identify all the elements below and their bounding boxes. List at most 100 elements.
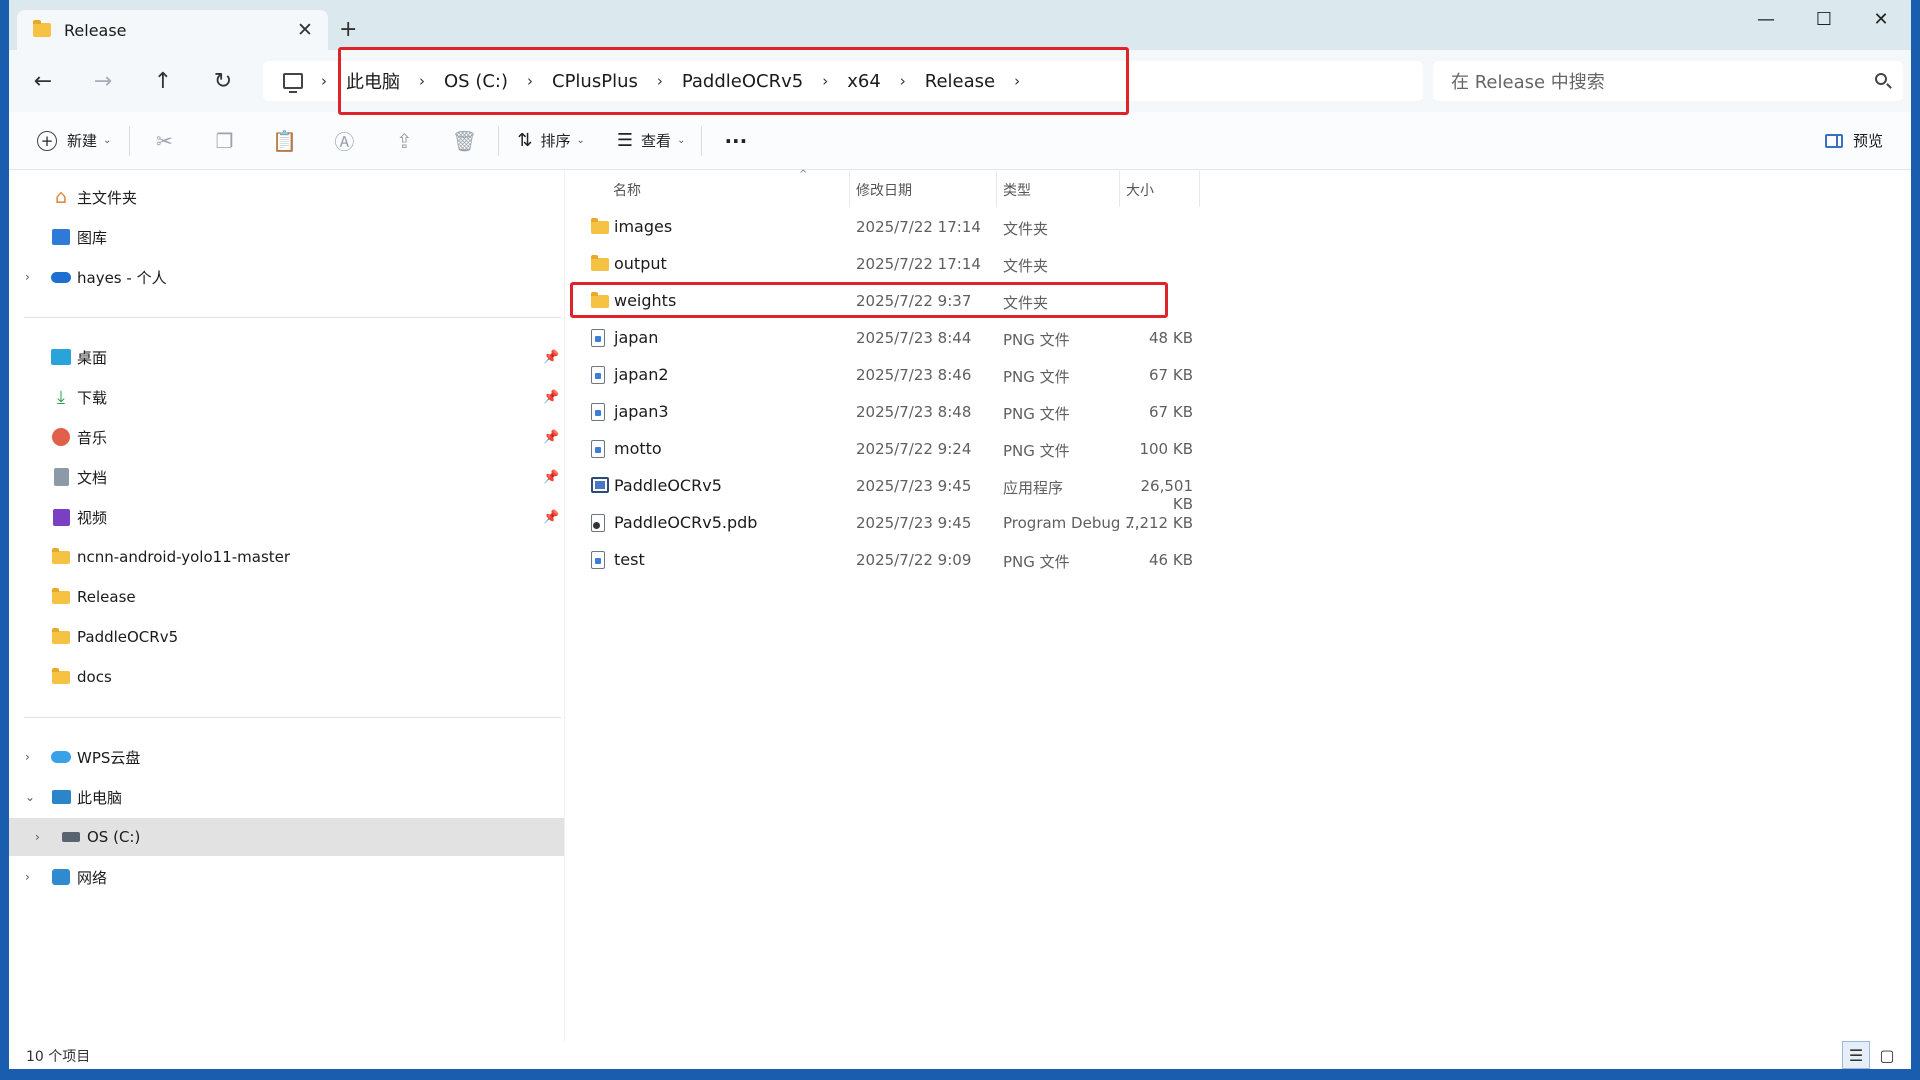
computer-icon	[51, 788, 71, 806]
table-row[interactable]: output 2025/7/22 17:14 文件夹	[565, 246, 1335, 282]
forward-button[interactable]: →	[85, 65, 121, 97]
table-row[interactable]: PaddleOCRv5 2025/7/23 9:45 应用程序 26,501 K…	[565, 468, 1335, 513]
minimize-button[interactable]: —	[1737, 0, 1795, 38]
chevron-down-icon[interactable]: ⌄	[25, 790, 35, 804]
view-button[interactable]: ☰ 查看 ⌄	[611, 123, 692, 159]
pin-icon[interactable]: 📌	[543, 390, 559, 405]
details-view-button[interactable]: ☰	[1842, 1041, 1870, 1069]
column-divider[interactable]	[996, 171, 997, 207]
column-divider[interactable]	[1119, 171, 1120, 207]
sidebar-item-onedrive[interactable]: › hayes - 个人	[9, 258, 564, 296]
table-row[interactable]: images 2025/7/22 17:14 文件夹	[565, 209, 1335, 245]
sidebar-item-network[interactable]: › 网络	[9, 858, 564, 896]
chevron-right-icon[interactable]: ›	[900, 72, 906, 90]
chevron-right-icon[interactable]: ›	[657, 72, 663, 90]
file-date: 2025/7/23 9:45	[856, 477, 972, 495]
table-row[interactable]: japan 2025/7/23 8:44 PNG 文件 48 KB	[565, 320, 1335, 356]
new-button[interactable]: + 新建 ⌄	[31, 123, 117, 159]
file-date: 2025/7/22 9:24	[856, 440, 972, 458]
sidebar-item-documents[interactable]: 文档 📌	[9, 458, 564, 496]
table-row[interactable]: weights 2025/7/22 9:37 文件夹	[565, 283, 1335, 319]
breadcrumb-item[interactable]: PaddleOCRv5	[682, 71, 803, 92]
table-row[interactable]: japan2 2025/7/23 8:46 PNG 文件 67 KB	[565, 357, 1335, 393]
up-button[interactable]: ↑	[145, 65, 181, 97]
table-row[interactable]: japan3 2025/7/23 8:48 PNG 文件 67 KB	[565, 394, 1335, 430]
search-icon[interactable]	[1875, 73, 1887, 85]
folder-icon	[51, 547, 71, 566]
breadcrumb-item[interactable]: OS (C:)	[444, 71, 508, 92]
more-options-button[interactable]: ···	[718, 123, 753, 159]
tiles-view-button[interactable]: ▢	[1873, 1041, 1901, 1069]
column-header-type[interactable]: 类型	[1003, 171, 1113, 209]
pin-icon[interactable]: 📌	[543, 510, 559, 525]
chevron-right-icon[interactable]: ›	[527, 72, 533, 90]
tab-release[interactable]: Release ✕	[17, 10, 328, 50]
breadcrumb-item[interactable]: x64	[847, 71, 881, 92]
preview-pane-button[interactable]: 预览	[1824, 130, 1883, 151]
column-header-name[interactable]: 名称 ^	[613, 169, 853, 209]
address-bar[interactable]: › 此电脑 › OS (C:) › CPlusPlus › PaddleOCRv…	[263, 61, 1423, 101]
folder-icon	[591, 218, 609, 234]
sort-button[interactable]: ⇅ 排序 ⌄	[511, 123, 591, 159]
file-name: images	[614, 217, 673, 236]
breadcrumb-item[interactable]: Release	[925, 71, 995, 92]
sidebar-item-wps-cloud[interactable]: › WPS云盘	[9, 738, 564, 776]
search-input[interactable]: 在 Release 中搜索	[1433, 61, 1903, 101]
file-type: PNG 文件	[1003, 405, 1070, 423]
column-header-date[interactable]: 修改日期	[856, 171, 996, 209]
refresh-button[interactable]: ↻	[205, 65, 241, 97]
video-icon	[51, 508, 71, 526]
chevron-right-icon[interactable]: ›	[822, 72, 828, 90]
pin-icon[interactable]: 📌	[543, 470, 559, 485]
maximize-button[interactable]: ☐	[1795, 0, 1853, 38]
chevron-right-icon[interactable]: ›	[25, 270, 30, 284]
table-row[interactable]: motto 2025/7/22 9:24 PNG 文件 100 KB	[565, 431, 1335, 467]
back-button[interactable]: ←	[25, 65, 61, 97]
pin-icon[interactable]: 📌	[543, 430, 559, 445]
sidebar-item-music[interactable]: 音乐 📌	[9, 418, 564, 456]
exe-file-icon	[591, 477, 609, 493]
chevron-right-icon[interactable]: ›	[35, 830, 40, 844]
cut-icon[interactable]: ✂	[134, 129, 194, 153]
sidebar-item-downloads[interactable]: ⤓ 下载 📌	[9, 378, 564, 416]
chevron-right-icon[interactable]: ›	[321, 72, 327, 90]
sidebar-item-docs[interactable]: docs	[9, 658, 564, 696]
table-row[interactable]: test 2025/7/22 9:09 PNG 文件 46 KB	[565, 542, 1335, 578]
pdb-file-icon	[591, 514, 605, 532]
close-window-button[interactable]: ✕	[1852, 0, 1910, 38]
sidebar-item-desktop[interactable]: 桌面 📌	[9, 338, 564, 376]
chevron-right-icon[interactable]: ›	[25, 750, 30, 764]
paste-icon[interactable]: 📋	[254, 129, 314, 153]
sidebar-item-videos[interactable]: 视频 📌	[9, 498, 564, 536]
pin-icon[interactable]: 📌	[543, 350, 559, 365]
chevron-right-icon[interactable]: ›	[25, 870, 30, 884]
table-row[interactable]: PaddleOCRv5.pdb 2025/7/23 9:45 Program D…	[565, 505, 1335, 541]
file-name: test	[614, 550, 645, 569]
sidebar-item-ncnn[interactable]: ncnn-android-yolo11-master	[9, 538, 564, 576]
column-divider[interactable]	[1199, 171, 1200, 207]
tab-close-button[interactable]: ✕	[294, 19, 316, 41]
breadcrumb-item[interactable]: 此电脑	[346, 68, 400, 94]
copy-icon[interactable]: ❐	[194, 129, 254, 153]
sidebar-item-this-pc[interactable]: ⌄ 此电脑	[9, 778, 564, 816]
share-icon[interactable]: ⇪	[374, 129, 434, 153]
sidebar-item-release[interactable]: Release	[9, 578, 564, 616]
sidebar-divider	[24, 317, 561, 318]
breadcrumb-item[interactable]: CPlusPlus	[552, 71, 638, 92]
rename-icon[interactable]: Ⓐ	[314, 126, 374, 155]
chevron-right-icon[interactable]: ›	[1014, 72, 1020, 90]
details-view-icon: ☰	[1848, 1045, 1864, 1065]
sidebar-item-gallery[interactable]: 图库	[9, 218, 564, 256]
delete-icon[interactable]: 🗑	[434, 129, 494, 153]
column-divider[interactable]	[849, 171, 850, 207]
computer-icon	[283, 73, 303, 93]
folder-icon	[591, 255, 609, 271]
sidebar-item-home[interactable]: ⌂ 主文件夹	[9, 178, 564, 216]
sidebar-item-os-c[interactable]: › OS (C:)	[9, 818, 564, 856]
sidebar-item-label: WPS云盘	[77, 748, 141, 767]
chevron-right-icon[interactable]: ›	[419, 72, 425, 90]
file-name: PaddleOCRv5	[614, 476, 722, 495]
sidebar-item-paddleocrv5[interactable]: PaddleOCRv5	[9, 618, 564, 656]
column-header-size[interactable]: 大小	[1126, 171, 1196, 209]
new-tab-button[interactable]: +	[339, 17, 357, 42]
